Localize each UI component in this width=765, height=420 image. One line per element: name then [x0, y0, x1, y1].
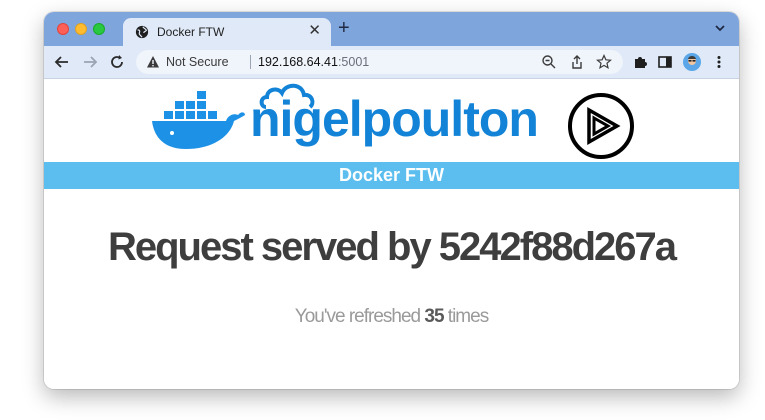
zoom-icon[interactable] [541, 54, 557, 70]
tab-title: Docker FTW [157, 25, 225, 39]
bookmark-star-icon[interactable] [596, 54, 612, 70]
banner-title: Docker FTW [338, 165, 444, 185]
browser-toolbar: Not Secure 192.168.64.41:5001 [44, 46, 739, 79]
chevron-down-icon[interactable] [714, 22, 726, 34]
browser-window: Docker FTW ✕ + Not Secure 192.168.64.41:… [44, 12, 739, 389]
docker-whale-logo [152, 91, 245, 149]
reload-icon[interactable] [109, 54, 125, 70]
url-host: 192.168.64.41 [258, 55, 338, 69]
request-served-heading: Request served by 5242f88d267a [107, 225, 677, 269]
refresh-prefix: You've refreshed [294, 306, 425, 327]
page-content: nigelpoulton Docker FTW Request served b… [44, 79, 739, 389]
profile-avatar[interactable] [683, 53, 701, 71]
forward-arrow-icon[interactable] [82, 54, 98, 70]
warning-icon [147, 56, 159, 68]
tab-strip: Docker FTW ✕ + [44, 12, 739, 46]
refresh-suffix: times [443, 306, 489, 327]
refresh-counter-text: You've refreshed 35 times [44, 306, 739, 328]
address-separator [250, 55, 251, 69]
close-window-button[interactable] [57, 23, 69, 35]
side-panel-icon[interactable] [657, 54, 673, 70]
minimize-window-button[interactable] [75, 23, 87, 35]
more-menu-icon[interactable] [711, 54, 727, 70]
new-tab-button[interactable]: + [338, 18, 350, 38]
zoom-window-button[interactable] [93, 23, 105, 35]
refresh-count: 35 [424, 306, 444, 327]
share-icon[interactable] [569, 54, 585, 70]
extensions-puzzle-icon[interactable] [632, 54, 648, 70]
title-banner: Docker FTW [44, 162, 739, 189]
pluralsight-logo [568, 93, 634, 159]
back-arrow-icon[interactable] [54, 54, 70, 70]
tab-close-icon[interactable]: ✕ [308, 23, 321, 39]
logo-banner: nigelpoulton [44, 79, 739, 161]
address-bar[interactable]: Not Secure 192.168.64.41:5001 [136, 50, 623, 74]
nigelpoulton-logo: nigelpoulton [250, 91, 539, 147]
url-text[interactable]: 192.168.64.41:5001 [258, 55, 369, 69]
security-label[interactable]: Not Secure [166, 55, 229, 69]
globe-icon [135, 25, 149, 39]
tab-docker-ftw[interactable]: Docker FTW ✕ [123, 18, 331, 46]
url-port: :5001 [337, 55, 370, 69]
